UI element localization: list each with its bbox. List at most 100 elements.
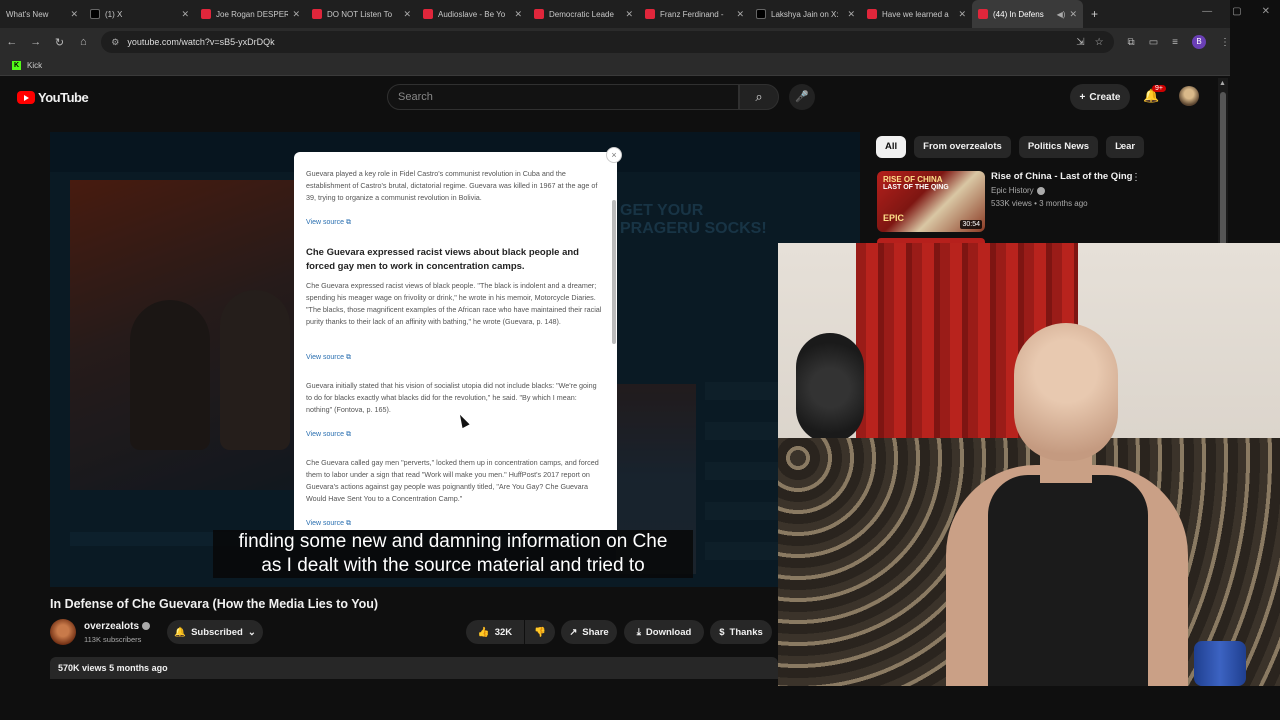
- webcam-fan: [796, 333, 864, 443]
- download-button[interactable]: ⤓ Download: [624, 620, 704, 644]
- view-source-link[interactable]: View source ⧉: [306, 431, 351, 439]
- like-button[interactable]: 👍 32K: [466, 620, 524, 644]
- chip-learning[interactable]: Lear: [1106, 136, 1145, 158]
- browser-tab[interactable]: Franz Ferdinand - ✕: [639, 0, 750, 28]
- bookmark-star-icon[interactable]: ☆: [1095, 37, 1104, 48]
- download-label: Download: [645, 626, 692, 638]
- account-avatar[interactable]: [1179, 86, 1199, 106]
- share-button[interactable]: ↗ Share: [561, 620, 617, 644]
- browser-tab[interactable]: Audioslave - Be Yo ✕: [417, 0, 528, 28]
- close-icon[interactable]: ✕: [736, 9, 744, 20]
- close-icon[interactable]: ×: [606, 147, 622, 163]
- browser-tab[interactable]: Democratic Leade ✕: [528, 0, 639, 28]
- browser-tab[interactable]: Lakshya Jain on X: ✕: [750, 0, 861, 28]
- tab-label: Have we learned a: [882, 9, 949, 19]
- bookmarks-bar: K Kick: [0, 56, 1230, 76]
- dislike-button[interactable]: 👎: [525, 620, 555, 644]
- close-icon[interactable]: ✕: [625, 9, 633, 20]
- close-icon[interactable]: ✕: [292, 9, 300, 20]
- thumbs-down-icon: 👎: [534, 626, 546, 638]
- youtube-icon: [978, 9, 988, 19]
- view-source-link[interactable]: View source ⧉: [306, 354, 351, 362]
- speaker-icon[interactable]: ◀): [1057, 10, 1066, 19]
- thumbnail-text: LAST OF THE QING: [883, 184, 949, 191]
- youtube-icon: [867, 9, 877, 19]
- minimize-icon[interactable]: —: [1202, 6, 1212, 17]
- popup-paragraph: Che Guevara called gay men "perverts," l…: [306, 458, 599, 503]
- verified-icon: [1036, 186, 1045, 195]
- search-icon[interactable]: ⌕: [739, 84, 779, 110]
- filter-chips: All From overzealots Politics News Lear: [876, 136, 1145, 158]
- sidebar-icon[interactable]: ▭: [1149, 37, 1158, 48]
- maximize-icon[interactable]: ▢: [1232, 6, 1241, 17]
- browser-tab[interactable]: (1) X ✕: [84, 0, 195, 28]
- extensions-icon[interactable]: ⧉: [1128, 37, 1135, 48]
- recommended-channel[interactable]: Epic History: [991, 186, 1045, 195]
- tab-label: (1) X: [105, 9, 123, 19]
- browser-tab[interactable]: Joe Rogan DESPER ✕: [195, 0, 306, 28]
- media-icon[interactable]: ≡: [1172, 37, 1178, 48]
- popup-paragraph: Che Guevara expressed racist views of bl…: [306, 281, 602, 326]
- plus-icon: +: [1079, 91, 1086, 103]
- home-icon[interactable]: ⌂: [71, 36, 95, 48]
- tab-label: Joe Rogan DESPER: [216, 9, 289, 19]
- new-tab-button[interactable]: +: [1091, 7, 1098, 21]
- browser-tab[interactable]: DO NOT Listen To ✕: [306, 0, 417, 28]
- install-icon[interactable]: ⇲: [1076, 37, 1084, 48]
- microphone-icon[interactable]: 🎤: [789, 84, 815, 110]
- kick-icon: K: [12, 61, 21, 70]
- video-description-box[interactable]: 570K views 5 months ago: [50, 657, 778, 679]
- tab-label: What's New: [6, 9, 49, 19]
- reload-icon[interactable]: ↻: [48, 36, 72, 49]
- close-icon[interactable]: ✕: [514, 9, 522, 20]
- bell-icon: 🔔: [174, 626, 187, 638]
- close-icon[interactable]: ✕: [958, 9, 966, 20]
- video-title: In Defense of Che Guevara (How the Media…: [50, 597, 379, 611]
- webcam-drink-can: [1194, 641, 1246, 686]
- scroll-up-icon[interactable]: ▲: [1219, 80, 1226, 87]
- bookmark-kick[interactable]: Kick: [27, 61, 42, 70]
- thanks-button[interactable]: $ Thanks: [710, 620, 772, 644]
- chip-politics-news[interactable]: Politics News: [1018, 136, 1099, 158]
- tab-label: (44) In Defens: [993, 9, 1044, 19]
- more-options-icon[interactable]: ⋮: [1131, 172, 1141, 183]
- browser-tab[interactable]: What's New ✕: [0, 0, 84, 28]
- menu-icon[interactable]: ⋮: [1220, 37, 1230, 48]
- youtube-logo[interactable]: YouTube: [17, 90, 89, 105]
- recommended-meta: 533K views • 3 months ago: [991, 199, 1088, 208]
- webcam-person-head: [1014, 323, 1118, 461]
- close-icon[interactable]: ✕: [70, 9, 78, 20]
- close-icon[interactable]: ✕: [181, 9, 189, 20]
- youtube-wordmark: YouTube: [38, 90, 89, 105]
- window-controls: — ▢ ✕: [1202, 6, 1270, 17]
- url-field[interactable]: ⚙ youtube.com/watch?v=sB5-yxDrDQk ⇲ ☆: [101, 31, 1114, 53]
- close-icon[interactable]: ✕: [403, 9, 411, 20]
- search-input[interactable]: Search: [387, 84, 739, 110]
- browser-tab-active[interactable]: (44) In Defens ◀) ✕: [972, 0, 1083, 28]
- recommended-thumbnail[interactable]: RISE OF CHINA LAST OF THE QING EPIC 30:5…: [877, 171, 985, 232]
- close-window-icon[interactable]: ✕: [1262, 6, 1270, 17]
- chevron-down-icon: ⌄: [247, 626, 256, 638]
- view-source-link[interactable]: View source ⧉: [306, 520, 351, 528]
- youtube-icon: [201, 9, 211, 19]
- forward-icon[interactable]: →: [24, 36, 48, 48]
- chevron-right-icon[interactable]: ›: [1119, 140, 1123, 152]
- chip-all[interactable]: All: [876, 136, 907, 158]
- back-icon[interactable]: ←: [0, 36, 24, 48]
- popup-scrollbar[interactable]: [612, 200, 616, 344]
- create-button[interactable]: + Create: [1070, 84, 1130, 110]
- recommended-title[interactable]: Rise of China - Last of the Qing: [991, 171, 1132, 182]
- view-source-link[interactable]: View source ⧉: [306, 219, 351, 227]
- browser-tab[interactable]: Have we learned a ✕: [861, 0, 972, 28]
- subscriber-count: 113K subscribers: [84, 635, 142, 644]
- share-icon: ↗: [569, 626, 578, 638]
- subscribed-button[interactable]: 🔔 Subscribed ⌄: [167, 620, 263, 644]
- channel-avatar[interactable]: [50, 619, 76, 645]
- chip-from-channel[interactable]: From overzealots: [914, 136, 1011, 158]
- close-icon[interactable]: ✕: [1069, 9, 1077, 20]
- thumbs-up-icon: 👍: [477, 626, 490, 638]
- profile-avatar[interactable]: B: [1191, 35, 1206, 49]
- site-info-icon[interactable]: ⚙: [111, 37, 119, 48]
- channel-name[interactable]: overzealots: [84, 621, 151, 632]
- close-icon[interactable]: ✕: [847, 9, 855, 20]
